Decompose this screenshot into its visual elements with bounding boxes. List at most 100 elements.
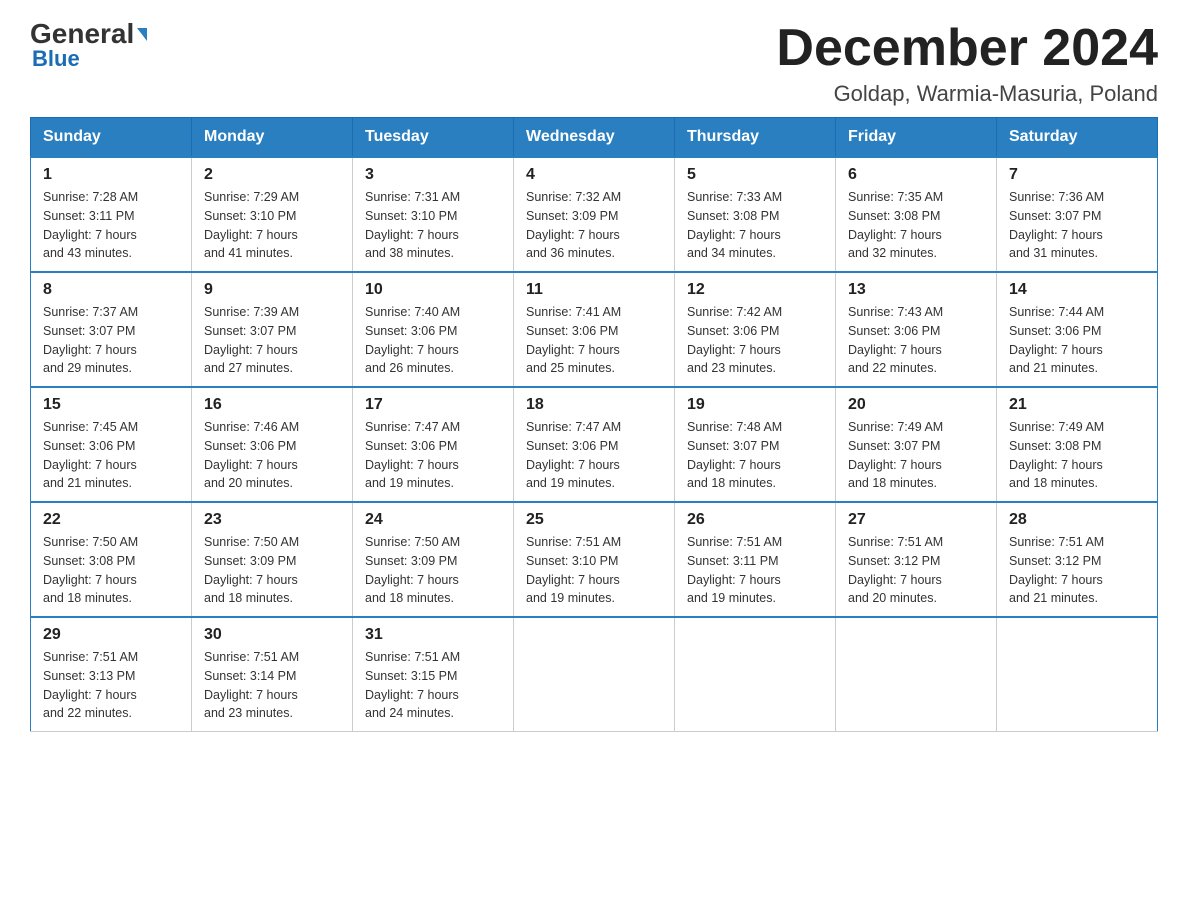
calendar-cell: 21 Sunrise: 7:49 AMSunset: 3:08 PMDaylig… [997,387,1158,502]
calendar-table: Sunday Monday Tuesday Wednesday Thursday… [30,117,1158,732]
calendar-week-row: 1 Sunrise: 7:28 AMSunset: 3:11 PMDayligh… [31,157,1158,272]
day-number: 9 [204,281,340,299]
page-header: General Blue December 2024 Goldap, Warmi… [30,20,1158,107]
calendar-cell: 5 Sunrise: 7:33 AMSunset: 3:08 PMDayligh… [675,157,836,272]
day-number: 19 [687,396,823,414]
day-info: Sunrise: 7:44 AMSunset: 3:06 PMDaylight:… [1009,303,1145,378]
calendar-cell: 12 Sunrise: 7:42 AMSunset: 3:06 PMDaylig… [675,272,836,387]
day-info: Sunrise: 7:49 AMSunset: 3:07 PMDaylight:… [848,418,984,493]
day-number: 30 [204,626,340,644]
day-number: 12 [687,281,823,299]
calendar-cell: 24 Sunrise: 7:50 AMSunset: 3:09 PMDaylig… [353,502,514,617]
calendar-cell: 27 Sunrise: 7:51 AMSunset: 3:12 PMDaylig… [836,502,997,617]
calendar-cell: 15 Sunrise: 7:45 AMSunset: 3:06 PMDaylig… [31,387,192,502]
calendar-cell: 6 Sunrise: 7:35 AMSunset: 3:08 PMDayligh… [836,157,997,272]
day-info: Sunrise: 7:51 AMSunset: 3:13 PMDaylight:… [43,648,179,723]
day-number: 8 [43,281,179,299]
col-monday: Monday [192,118,353,158]
day-number: 4 [526,166,662,184]
day-number: 18 [526,396,662,414]
calendar-cell: 11 Sunrise: 7:41 AMSunset: 3:06 PMDaylig… [514,272,675,387]
calendar-cell: 2 Sunrise: 7:29 AMSunset: 3:10 PMDayligh… [192,157,353,272]
calendar-cell: 19 Sunrise: 7:48 AMSunset: 3:07 PMDaylig… [675,387,836,502]
calendar-cell: 26 Sunrise: 7:51 AMSunset: 3:11 PMDaylig… [675,502,836,617]
day-info: Sunrise: 7:39 AMSunset: 3:07 PMDaylight:… [204,303,340,378]
calendar-week-row: 29 Sunrise: 7:51 AMSunset: 3:13 PMDaylig… [31,617,1158,732]
header-row: Sunday Monday Tuesday Wednesday Thursday… [31,118,1158,158]
calendar-cell [997,617,1158,732]
month-title: December 2024 [776,20,1158,77]
col-thursday: Thursday [675,118,836,158]
day-number: 26 [687,511,823,529]
col-tuesday: Tuesday [353,118,514,158]
calendar-cell: 16 Sunrise: 7:46 AMSunset: 3:06 PMDaylig… [192,387,353,502]
day-info: Sunrise: 7:47 AMSunset: 3:06 PMDaylight:… [365,418,501,493]
day-info: Sunrise: 7:33 AMSunset: 3:08 PMDaylight:… [687,188,823,263]
calendar-week-row: 22 Sunrise: 7:50 AMSunset: 3:08 PMDaylig… [31,502,1158,617]
day-number: 16 [204,396,340,414]
title-block: December 2024 Goldap, Warmia-Masuria, Po… [776,20,1158,107]
col-saturday: Saturday [997,118,1158,158]
calendar-cell: 10 Sunrise: 7:40 AMSunset: 3:06 PMDaylig… [353,272,514,387]
col-wednesday: Wednesday [514,118,675,158]
calendar-cell: 31 Sunrise: 7:51 AMSunset: 3:15 PMDaylig… [353,617,514,732]
day-info: Sunrise: 7:41 AMSunset: 3:06 PMDaylight:… [526,303,662,378]
calendar-cell: 17 Sunrise: 7:47 AMSunset: 3:06 PMDaylig… [353,387,514,502]
logo-general-text: General [30,20,147,48]
calendar-cell: 25 Sunrise: 7:51 AMSunset: 3:10 PMDaylig… [514,502,675,617]
day-number: 7 [1009,166,1145,184]
day-number: 23 [204,511,340,529]
calendar-week-row: 8 Sunrise: 7:37 AMSunset: 3:07 PMDayligh… [31,272,1158,387]
calendar-cell: 28 Sunrise: 7:51 AMSunset: 3:12 PMDaylig… [997,502,1158,617]
day-number: 15 [43,396,179,414]
day-number: 21 [1009,396,1145,414]
day-number: 10 [365,281,501,299]
day-number: 3 [365,166,501,184]
calendar-cell: 9 Sunrise: 7:39 AMSunset: 3:07 PMDayligh… [192,272,353,387]
day-number: 1 [43,166,179,184]
calendar-cell: 1 Sunrise: 7:28 AMSunset: 3:11 PMDayligh… [31,157,192,272]
day-info: Sunrise: 7:42 AMSunset: 3:06 PMDaylight:… [687,303,823,378]
calendar-cell: 30 Sunrise: 7:51 AMSunset: 3:14 PMDaylig… [192,617,353,732]
day-info: Sunrise: 7:49 AMSunset: 3:08 PMDaylight:… [1009,418,1145,493]
day-number: 25 [526,511,662,529]
day-number: 17 [365,396,501,414]
day-info: Sunrise: 7:48 AMSunset: 3:07 PMDaylight:… [687,418,823,493]
day-info: Sunrise: 7:36 AMSunset: 3:07 PMDaylight:… [1009,188,1145,263]
day-info: Sunrise: 7:47 AMSunset: 3:06 PMDaylight:… [526,418,662,493]
calendar-cell [836,617,997,732]
day-info: Sunrise: 7:37 AMSunset: 3:07 PMDaylight:… [43,303,179,378]
day-info: Sunrise: 7:50 AMSunset: 3:09 PMDaylight:… [365,533,501,608]
calendar-cell: 4 Sunrise: 7:32 AMSunset: 3:09 PMDayligh… [514,157,675,272]
calendar-cell: 22 Sunrise: 7:50 AMSunset: 3:08 PMDaylig… [31,502,192,617]
day-number: 14 [1009,281,1145,299]
day-number: 29 [43,626,179,644]
day-info: Sunrise: 7:45 AMSunset: 3:06 PMDaylight:… [43,418,179,493]
calendar-cell: 3 Sunrise: 7:31 AMSunset: 3:10 PMDayligh… [353,157,514,272]
col-friday: Friday [836,118,997,158]
day-number: 22 [43,511,179,529]
calendar-cell: 7 Sunrise: 7:36 AMSunset: 3:07 PMDayligh… [997,157,1158,272]
day-number: 24 [365,511,501,529]
day-number: 6 [848,166,984,184]
day-number: 27 [848,511,984,529]
calendar-cell [675,617,836,732]
logo-blue-text: Blue [32,46,80,72]
logo: General Blue [30,20,147,72]
calendar-cell [514,617,675,732]
day-info: Sunrise: 7:28 AMSunset: 3:11 PMDaylight:… [43,188,179,263]
day-info: Sunrise: 7:31 AMSunset: 3:10 PMDaylight:… [365,188,501,263]
location-text: Goldap, Warmia-Masuria, Poland [776,81,1158,107]
day-info: Sunrise: 7:51 AMSunset: 3:11 PMDaylight:… [687,533,823,608]
calendar-cell: 14 Sunrise: 7:44 AMSunset: 3:06 PMDaylig… [997,272,1158,387]
day-info: Sunrise: 7:51 AMSunset: 3:10 PMDaylight:… [526,533,662,608]
day-number: 2 [204,166,340,184]
day-info: Sunrise: 7:40 AMSunset: 3:06 PMDaylight:… [365,303,501,378]
calendar-header: Sunday Monday Tuesday Wednesday Thursday… [31,118,1158,158]
day-info: Sunrise: 7:51 AMSunset: 3:14 PMDaylight:… [204,648,340,723]
day-number: 31 [365,626,501,644]
day-number: 11 [526,281,662,299]
day-info: Sunrise: 7:50 AMSunset: 3:09 PMDaylight:… [204,533,340,608]
day-number: 5 [687,166,823,184]
day-number: 20 [848,396,984,414]
